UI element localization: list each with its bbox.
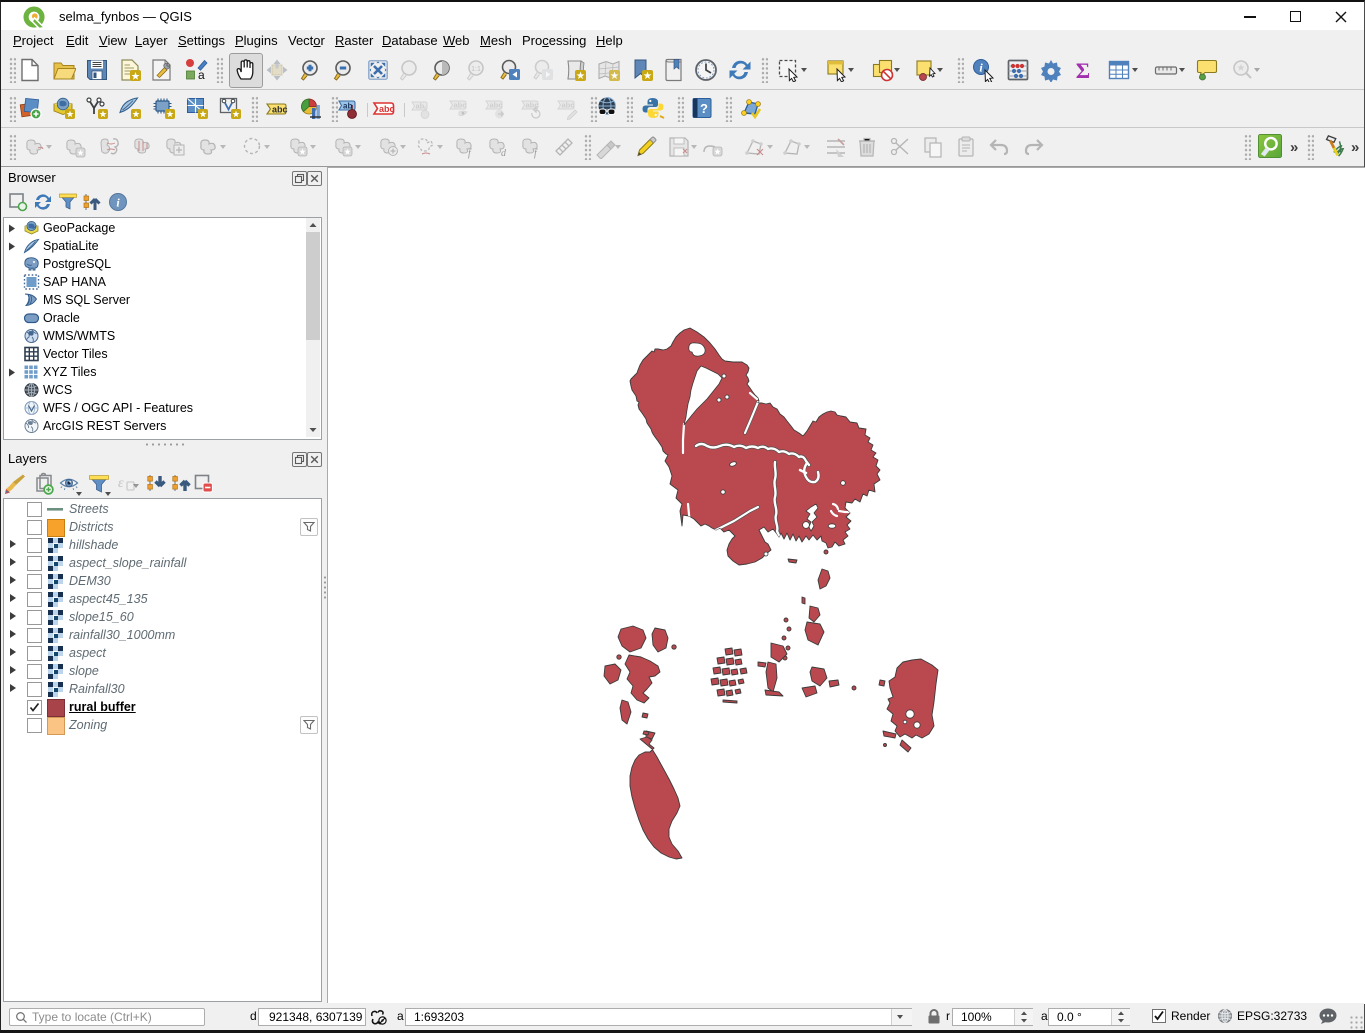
svg-text:Σ: Σ: [1076, 58, 1090, 82]
svg-text:?: ?: [700, 101, 708, 116]
svg-text:abc: abc: [379, 104, 395, 114]
svg-text:ε: ε: [118, 476, 124, 491]
svg-text:a: a: [198, 68, 205, 82]
svg-text:f: f: [468, 148, 472, 159]
svg-text:abc: abc: [454, 101, 467, 110]
svg-text:abc: abc: [562, 101, 575, 110]
svg-text:1:1: 1:1: [471, 66, 481, 73]
svg-text:f: f: [534, 148, 538, 159]
svg-text:abc: abc: [490, 101, 503, 110]
svg-text:abc: abc: [272, 105, 288, 115]
svg-text:ab: ab: [416, 102, 425, 111]
svg-text:d: d: [501, 148, 507, 159]
svg-text:ab: ab: [343, 102, 352, 111]
